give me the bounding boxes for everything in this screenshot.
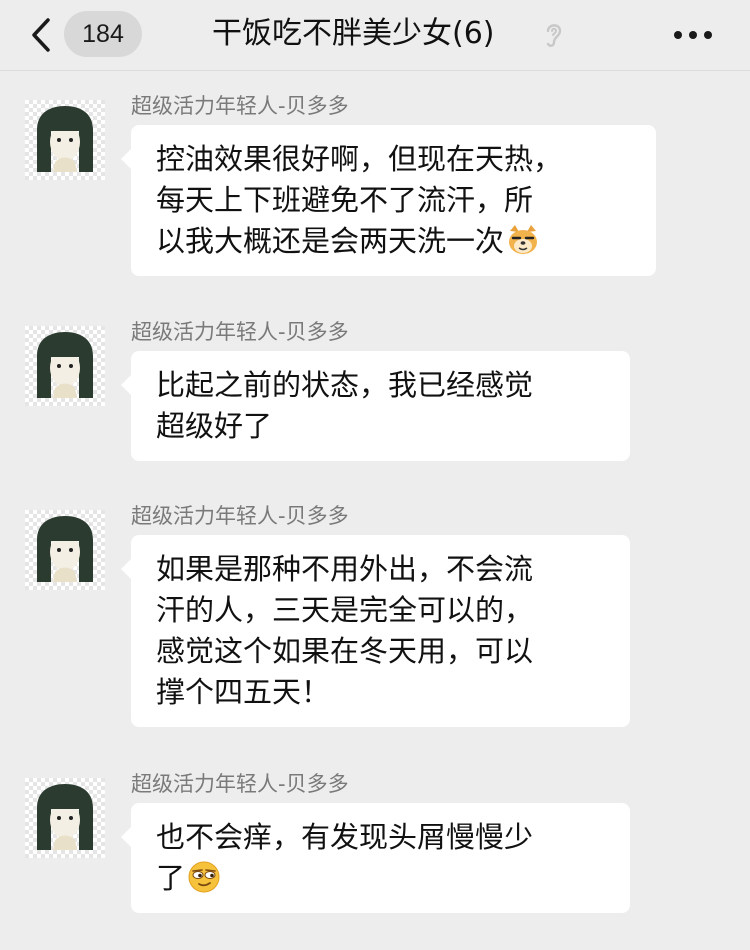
avatar[interactable] (25, 510, 105, 590)
doge-emoji-icon (509, 225, 538, 254)
avatar[interactable] (25, 100, 105, 180)
message-text-line: 也不会痒，有发现头屑慢慢少 (156, 820, 534, 854)
message-text-line: 以我大概还是会两天洗一次 (156, 224, 505, 258)
avatar-girl-icon (37, 332, 93, 398)
chat-title: 干饭吃不胖美少女(6) (212, 16, 495, 51)
message-text-line: 超级好了 (156, 409, 273, 443)
message-text-line: 汗的人，三天是完全可以的， (156, 593, 534, 627)
message-bubble[interactable]: 也不会痒，有发现头屑慢慢少 了 (121, 803, 630, 913)
sender-name: 超级活力年轻人-贝多多 (131, 320, 349, 344)
message-text-line: 控油效果很好啊，但现在天热， (156, 142, 563, 176)
unread-count-badge[interactable]: 184 (64, 11, 142, 57)
message-text-line: 了 (156, 861, 186, 895)
message-bubble[interactable]: 比起之前的状态，我已经感觉 超级好了 (121, 351, 630, 461)
more-options-icon[interactable] (672, 28, 714, 42)
sender-name: 超级活力年轻人-贝多多 (131, 772, 349, 796)
message-text-line: 每天上下班避免不了流汗，所 (156, 183, 534, 217)
message-text-line: 比起之前的状态，我已经感觉 (156, 368, 534, 402)
back-arrow-icon[interactable] (28, 17, 56, 53)
sender-name: 超级活力年轻人-贝多多 (131, 504, 349, 528)
message-text-line: 如果是那种不用外出，不会流 (156, 552, 534, 586)
smug-face-emoji-icon (188, 861, 220, 893)
message-text-line: 感觉这个如果在冬天用，可以 (156, 634, 534, 668)
avatar[interactable] (25, 326, 105, 406)
sender-name: 超级活力年轻人-贝多多 (131, 94, 349, 118)
message-bubble[interactable]: 控油效果很好啊，但现在天热， 每天上下班避免不了流汗，所 以我大概还是会两天洗一… (121, 125, 656, 276)
message-bubble[interactable]: 如果是那种不用外出，不会流 汗的人，三天是完全可以的， 感觉这个如果在冬天用，可… (121, 535, 630, 727)
avatar-girl-icon (37, 106, 93, 172)
avatar-girl-icon (37, 516, 93, 582)
message-text-line: 撑个四五天！ (156, 675, 331, 709)
ear-icon (546, 24, 562, 47)
chat-header: 184 干饭吃不胖美少女(6) (0, 0, 750, 71)
avatar[interactable] (25, 778, 105, 858)
avatar-girl-icon (37, 784, 93, 850)
